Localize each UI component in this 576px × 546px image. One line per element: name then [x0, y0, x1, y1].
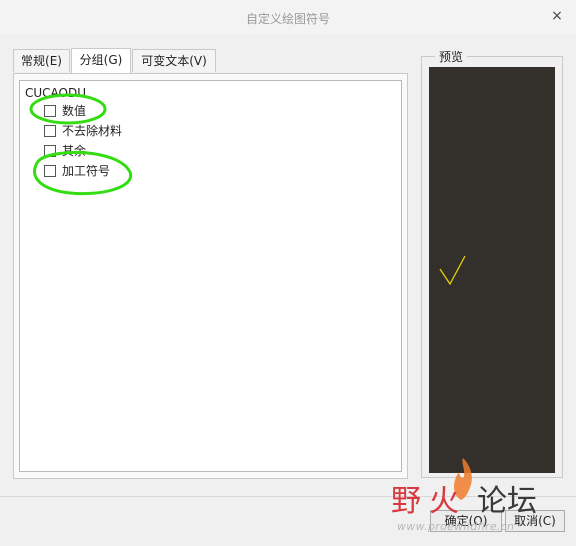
- tree-item-label: 不去除材料: [62, 124, 123, 138]
- group-tree[interactable]: CUCAODU 数值 不去除材料 其余 加工符号: [19, 80, 402, 472]
- preview-label: 预览: [435, 48, 468, 65]
- watermark-char-1: 野: [391, 484, 421, 519]
- tab-variable-text[interactable]: 可变文本(V): [132, 49, 216, 72]
- tree-item-label: 数值: [62, 104, 87, 118]
- preview-canvas: [429, 67, 555, 473]
- close-icon[interactable]: ×: [548, 7, 566, 25]
- checkmark-symbol-icon: [439, 255, 466, 286]
- checkbox[interactable]: [44, 144, 56, 157]
- watermark-char-2: 火: [429, 484, 459, 519]
- tree-item-remaining[interactable]: 其余: [44, 143, 86, 159]
- tree-root-label: CUCAODU: [25, 86, 87, 100]
- watermark-url: www.proewildfire.cn: [397, 520, 515, 533]
- group-tab-panel: CUCAODU 数值 不去除材料 其余 加工符号: [13, 73, 408, 479]
- dialog-title: 自定义绘图符号: [245, 12, 330, 26]
- checkbox[interactable]: [44, 164, 56, 177]
- watermark: 野 火 论坛 www.proewildfire.cn: [385, 456, 575, 540]
- tab-general[interactable]: 常规(E): [13, 49, 70, 72]
- tree-item-value[interactable]: 数值: [44, 103, 86, 119]
- checkbox[interactable]: [44, 124, 56, 137]
- dialog-titlebar: 自定义绘图符号 ×: [0, 0, 576, 34]
- tree-item-label: 加工符号: [62, 164, 111, 178]
- tree-item-label: 其余: [62, 144, 87, 158]
- watermark-char-3: 论坛: [477, 484, 537, 519]
- tab-group[interactable]: 分组(G): [71, 48, 131, 73]
- tree-item-machining-symbol[interactable]: 加工符号: [44, 163, 110, 179]
- tree-item-no-material-removal[interactable]: 不去除材料: [44, 123, 122, 139]
- checkbox[interactable]: [44, 104, 56, 117]
